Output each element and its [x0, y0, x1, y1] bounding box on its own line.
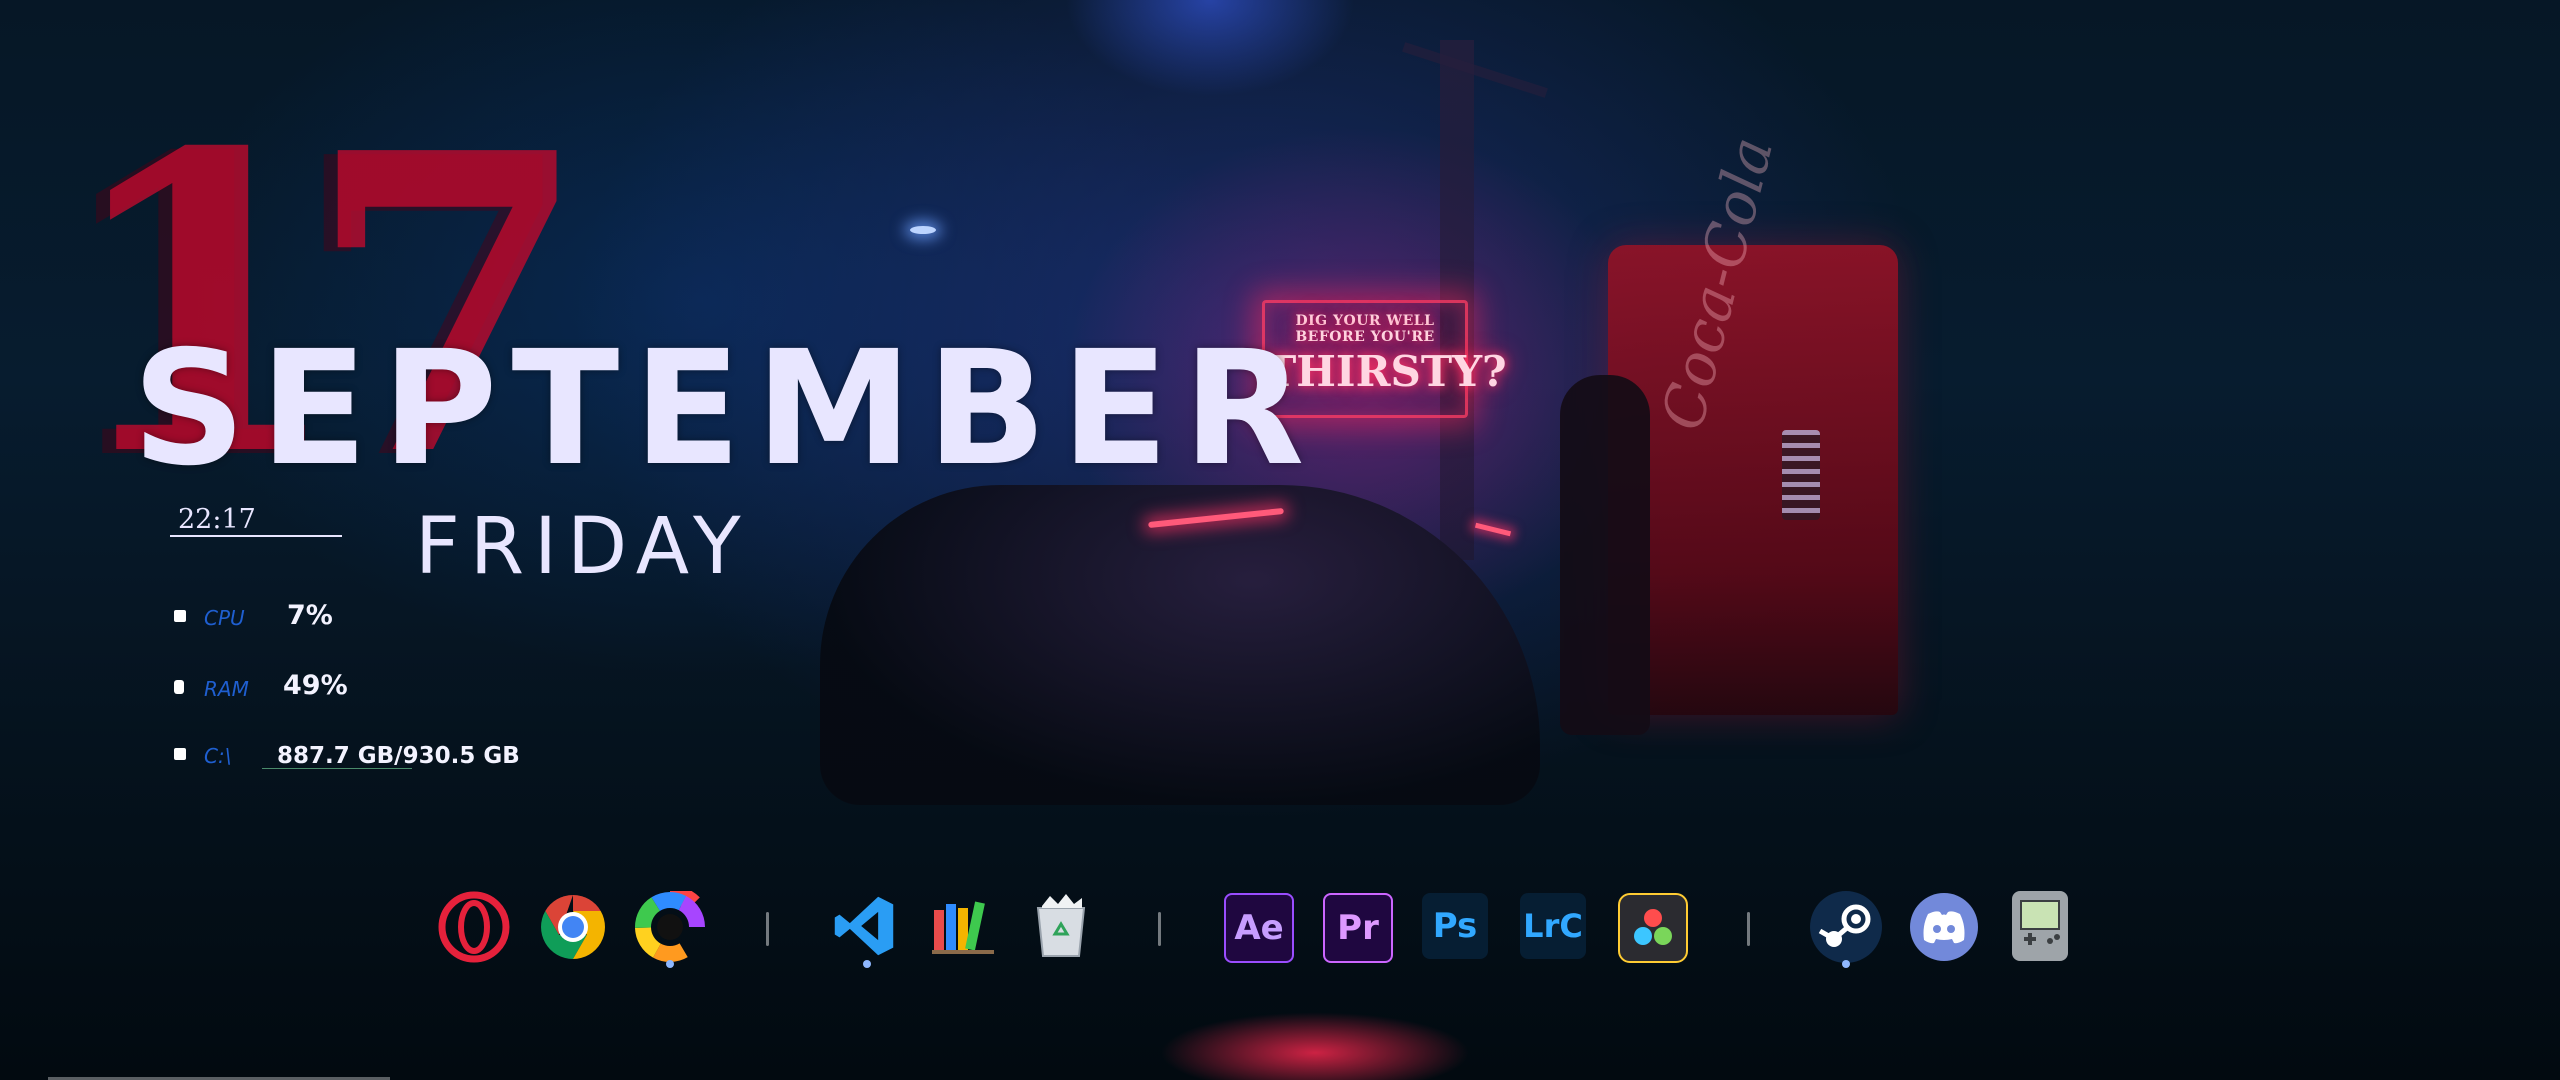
photoshop-icon[interactable]: Ps	[1422, 893, 1488, 959]
recycle-bin-icon[interactable]	[1028, 893, 1094, 959]
color-wheel-icon[interactable]	[634, 891, 706, 963]
after-effects-icon[interactable]: Ae	[1224, 893, 1294, 963]
car-silhouette	[820, 485, 1540, 805]
weekday-label: FRIDAY	[415, 502, 751, 592]
utility-pole-crossbar	[1402, 42, 1548, 98]
photoshop-label: Ps	[1432, 906, 1478, 946]
dock-separator	[1158, 912, 1161, 946]
running-indicator	[863, 960, 871, 968]
street-light	[910, 226, 936, 234]
disk-usage-line	[262, 768, 412, 769]
premiere-icon[interactable]: Pr	[1323, 893, 1393, 963]
game-console-icon[interactable]	[2012, 891, 2068, 961]
vending-button-panel	[1782, 430, 1820, 520]
ram-label: RAM	[204, 677, 249, 701]
disk-value: 887.7 GB/930.5 GB	[277, 743, 520, 769]
ram-value: 49%	[283, 670, 348, 701]
month-label: SEPTEMBER	[132, 317, 1319, 501]
lightroom-classic-icon[interactable]: LrC	[1520, 893, 1586, 959]
steam-icon[interactable]	[1810, 891, 1882, 963]
ram-icon	[174, 680, 184, 694]
vending-machine	[1608, 245, 1898, 715]
disk-icon	[174, 748, 186, 760]
disk-label: C:\	[204, 744, 232, 768]
after-effects-label: Ae	[1234, 908, 1284, 948]
dock-separator	[1747, 912, 1750, 946]
person-silhouette	[1560, 375, 1650, 735]
running-indicator	[1842, 960, 1850, 968]
books-icon[interactable]	[930, 893, 996, 959]
clock-time: 22:17	[178, 504, 256, 535]
lightroom-label: LrC	[1523, 907, 1583, 945]
vscode-icon[interactable]	[831, 893, 897, 959]
neon-reflection	[1160, 1012, 1470, 1080]
chrome-icon[interactable]	[537, 891, 609, 963]
premiere-label: Pr	[1337, 908, 1379, 948]
davinci-resolve-icon[interactable]	[1618, 893, 1688, 963]
opera-icon[interactable]	[438, 891, 510, 963]
running-indicator	[666, 960, 674, 968]
dock-separator	[766, 912, 769, 946]
cpu-value: 7%	[287, 600, 333, 631]
car-tail-light-right	[1474, 522, 1512, 537]
cpu-label: CPU	[204, 606, 245, 630]
clock-underline	[170, 535, 342, 537]
discord-icon[interactable]	[1910, 893, 1978, 961]
cpu-icon	[174, 610, 186, 622]
